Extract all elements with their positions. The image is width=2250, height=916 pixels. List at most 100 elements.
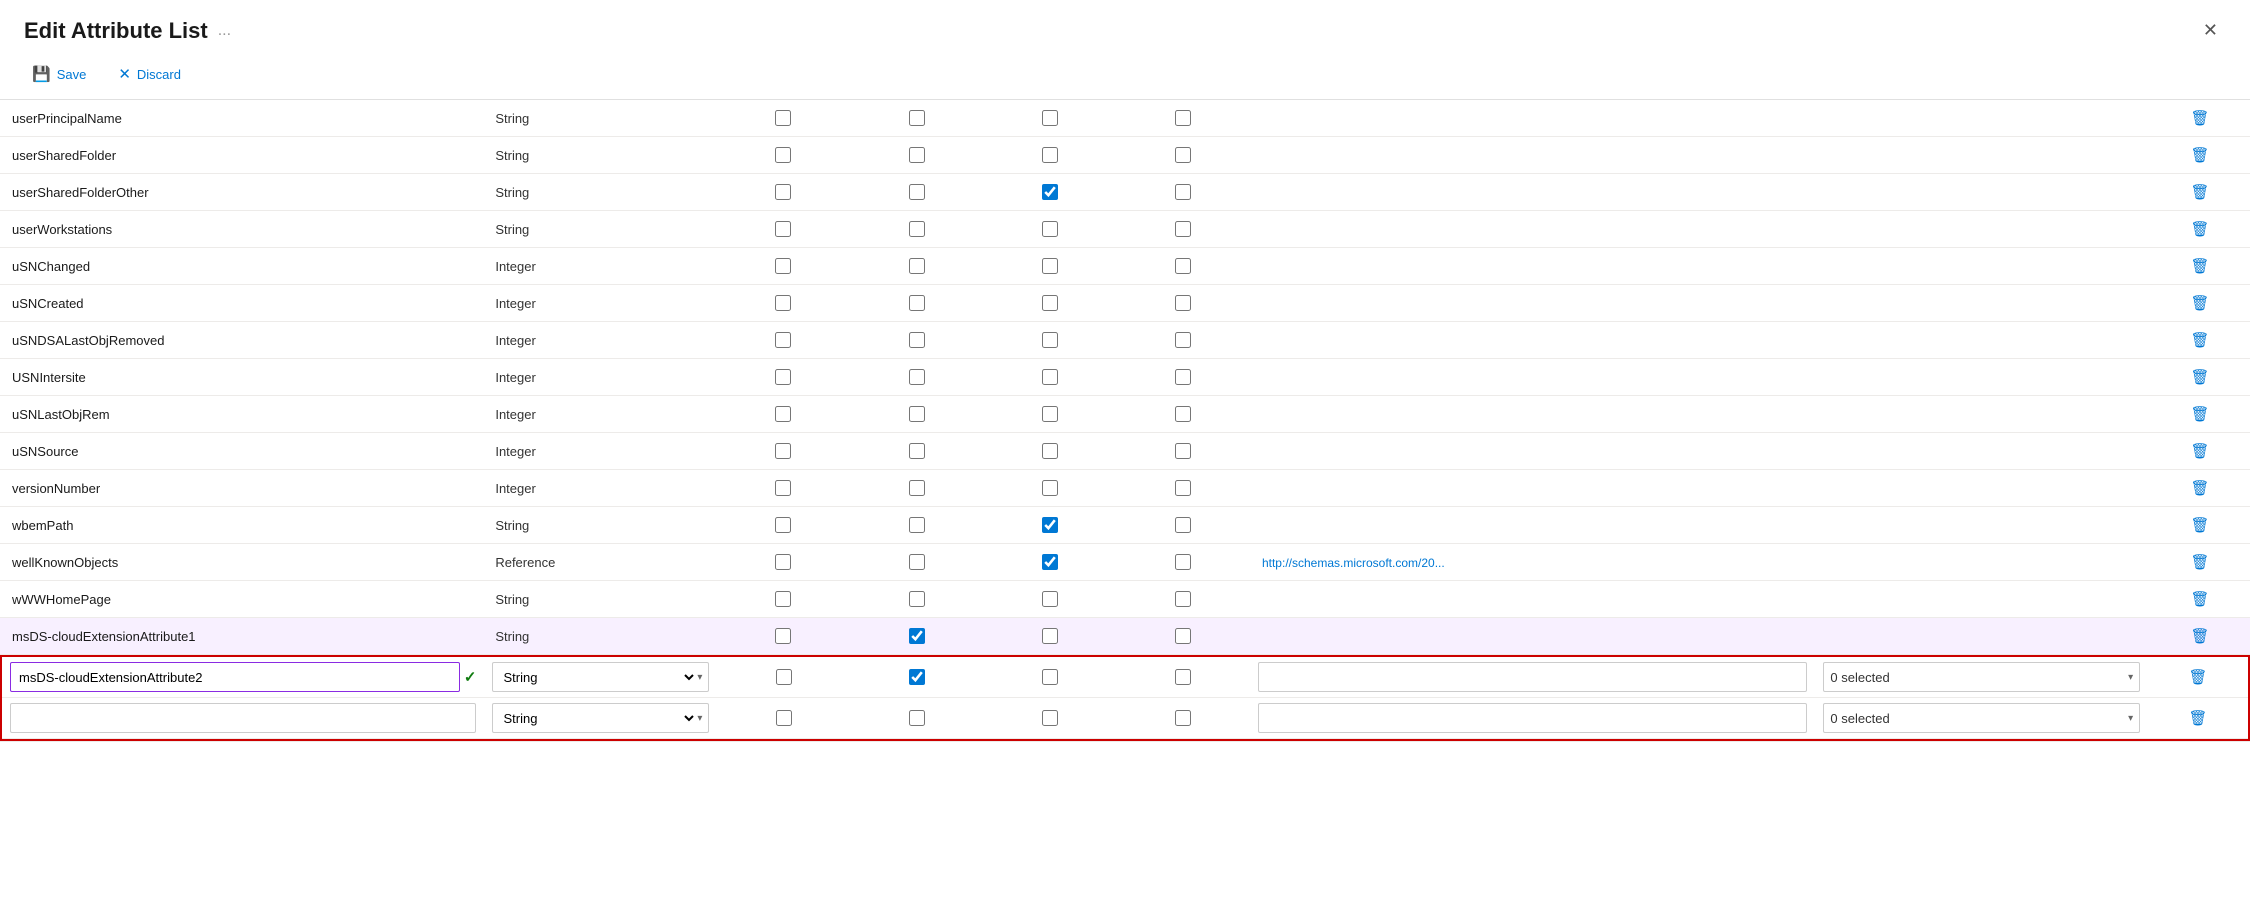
row-cb3[interactable] [1042, 406, 1058, 422]
row-cb4[interactable] [1175, 480, 1191, 496]
selected-dropdown[interactable]: 0 selected ▾ [1823, 662, 2140, 692]
row-cb4[interactable] [1175, 443, 1191, 459]
row-cb3[interactable] [1042, 221, 1058, 237]
row-cb4[interactable] [1175, 369, 1191, 385]
row-cb3[interactable] [1042, 517, 1058, 533]
row-cb4[interactable] [1175, 147, 1191, 163]
row-cb1[interactable] [775, 332, 791, 348]
row-cb3[interactable] [1042, 480, 1058, 496]
row-cb4[interactable] [1175, 110, 1191, 126]
new-row-cb4[interactable] [1175, 710, 1191, 726]
row-cb1[interactable] [775, 221, 791, 237]
delete-row-button[interactable]: 🗑 [2184, 255, 2215, 277]
row-cb1[interactable] [775, 480, 791, 496]
row-cb1[interactable] [775, 628, 791, 644]
new-row-extra-input[interactable] [1258, 703, 1808, 733]
discard-button[interactable]: ✕ Discard [110, 61, 189, 87]
row-cb2[interactable] [909, 110, 925, 126]
row-cb2[interactable] [909, 184, 925, 200]
close-button[interactable]: ✕ [2195, 16, 2226, 45]
row-cb1[interactable] [775, 369, 791, 385]
new-row-name-input-empty[interactable] [10, 703, 476, 733]
selected-dropdown[interactable]: 0 selected ▾ [1823, 703, 2140, 733]
new-row-delete-cell: 🗑 [2148, 657, 2248, 698]
new-row-name-input[interactable] [10, 662, 460, 692]
delete-row-button[interactable]: 🗑 [2184, 551, 2215, 573]
delete-row-button[interactable]: 🗑 [2184, 366, 2215, 388]
row-cb2[interactable] [909, 332, 925, 348]
row-cb2[interactable] [909, 369, 925, 385]
row-cb2[interactable] [909, 406, 925, 422]
delete-row-button[interactable]: 🗑 [2184, 440, 2215, 462]
row-cb2-cell [850, 544, 983, 581]
row-cb4[interactable] [1175, 332, 1191, 348]
row-cb1[interactable] [775, 406, 791, 422]
new-row-cb4[interactable] [1175, 669, 1191, 685]
row-cb4[interactable] [1175, 221, 1191, 237]
new-row-cb3[interactable] [1042, 710, 1058, 726]
delete-row-button[interactable]: 🗑 [2184, 514, 2215, 536]
save-button[interactable]: 💾 Save [24, 61, 94, 87]
delete-row-button[interactable]: 🗑 [2184, 477, 2215, 499]
row-cb2[interactable] [909, 147, 925, 163]
row-type: Integer [483, 248, 716, 285]
row-cb1[interactable] [775, 443, 791, 459]
row-cb2[interactable] [909, 258, 925, 274]
new-row-delete-button[interactable]: 🗑 [2183, 707, 2214, 729]
delete-row-button[interactable]: 🗑 [2184, 403, 2215, 425]
row-cb4[interactable] [1175, 406, 1191, 422]
delete-row-button[interactable]: 🗑 [2184, 218, 2215, 240]
new-row-extra-input[interactable] [1258, 662, 1808, 692]
row-cb2[interactable] [909, 517, 925, 533]
new-row-cb3[interactable] [1042, 669, 1058, 685]
row-cb3[interactable] [1042, 554, 1058, 570]
row-cb1[interactable] [775, 147, 791, 163]
row-extra [1250, 581, 1817, 618]
row-cb3[interactable] [1042, 147, 1058, 163]
row-cb3[interactable] [1042, 332, 1058, 348]
row-cb1[interactable] [775, 110, 791, 126]
row-cb4[interactable] [1175, 517, 1191, 533]
row-cb3[interactable] [1042, 591, 1058, 607]
row-cb2[interactable] [909, 221, 925, 237]
row-cb4[interactable] [1175, 184, 1191, 200]
new-row-cb1[interactable] [776, 710, 792, 726]
row-cb3[interactable] [1042, 295, 1058, 311]
row-cb2[interactable] [909, 591, 925, 607]
row-cb4[interactable] [1175, 628, 1191, 644]
delete-row-button[interactable]: 🗑 [2184, 107, 2215, 129]
row-cb4[interactable] [1175, 591, 1191, 607]
new-row-type-select[interactable]: String Integer Boolean Reference Binary … [499, 710, 697, 727]
row-cb4[interactable] [1175, 554, 1191, 570]
row-cb2[interactable] [909, 443, 925, 459]
delete-row-button[interactable]: 🗑 [2184, 292, 2215, 314]
row-cb2[interactable] [909, 628, 925, 644]
new-row-type-select[interactable]: String Integer Boolean Reference Binary … [499, 669, 697, 686]
delete-row-button[interactable]: 🗑 [2184, 329, 2215, 351]
delete-row-button[interactable]: 🗑 [2184, 625, 2215, 647]
row-cb1[interactable] [775, 258, 791, 274]
row-cb1[interactable] [775, 517, 791, 533]
row-cb3[interactable] [1042, 110, 1058, 126]
row-cb2[interactable] [909, 480, 925, 496]
row-cb2[interactable] [909, 295, 925, 311]
new-row-delete-button[interactable]: 🗑 [2183, 666, 2214, 688]
row-cb4[interactable] [1175, 258, 1191, 274]
delete-row-button[interactable]: 🗑 [2184, 181, 2215, 203]
row-cb3[interactable] [1042, 369, 1058, 385]
new-row-cb2[interactable] [909, 669, 925, 685]
row-cb3[interactable] [1042, 258, 1058, 274]
row-cb1[interactable] [775, 554, 791, 570]
row-cb1[interactable] [775, 591, 791, 607]
row-cb4[interactable] [1175, 295, 1191, 311]
row-cb3[interactable] [1042, 628, 1058, 644]
row-cb3[interactable] [1042, 184, 1058, 200]
row-cb3[interactable] [1042, 443, 1058, 459]
row-cb1[interactable] [775, 295, 791, 311]
delete-row-button[interactable]: 🗑 [2184, 144, 2215, 166]
new-row-cb2[interactable] [909, 710, 925, 726]
row-cb2[interactable] [909, 554, 925, 570]
row-cb1[interactable] [775, 184, 791, 200]
delete-row-button[interactable]: 🗑 [2184, 588, 2215, 610]
new-row-cb1[interactable] [776, 669, 792, 685]
